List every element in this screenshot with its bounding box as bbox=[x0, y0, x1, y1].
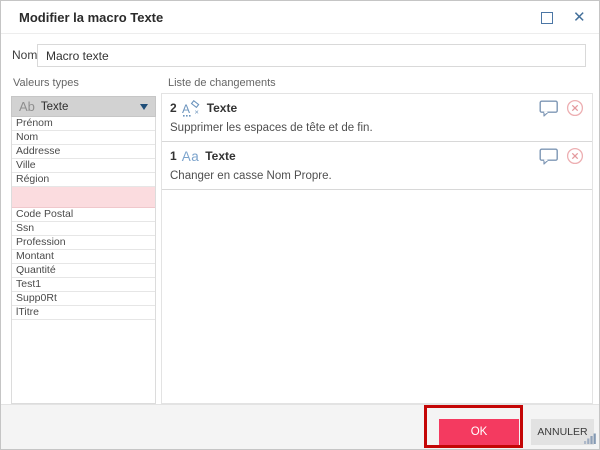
change-case-icon: Aa bbox=[182, 149, 200, 164]
changes-list: 2 A × Texte bbox=[161, 93, 593, 404]
change-order-number: 1 bbox=[170, 149, 177, 163]
type-values-header: Valeurs types bbox=[13, 77, 79, 89]
change-order-number: 2 bbox=[170, 101, 177, 115]
type-value-row[interactable]: Addresse bbox=[12, 145, 155, 159]
change-item: 2 A × Texte bbox=[162, 94, 592, 142]
change-title: Texte bbox=[207, 101, 237, 115]
name-field-label: Nom bbox=[12, 48, 37, 62]
comment-icon[interactable] bbox=[539, 100, 559, 117]
change-description: Supprimer les espaces de tête et de fin. bbox=[170, 122, 584, 134]
type-value-row[interactable]: Code Postal bbox=[12, 208, 155, 222]
edit-macro-dialog: Modifier la macro Texte ✕ Nom Valeurs ty… bbox=[0, 0, 600, 450]
dialog-title: Modifier la macro Texte bbox=[19, 1, 163, 34]
svg-text:A: A bbox=[182, 102, 190, 116]
dropdown-selected-value: Texte bbox=[41, 101, 69, 113]
change-item-header: 2 A × Texte bbox=[170, 98, 584, 118]
change-item: 1 Aa Texte bbox=[162, 142, 592, 190]
type-value-row[interactable]: Quantité bbox=[12, 264, 155, 278]
ab-text-icon: Ab bbox=[19, 99, 35, 114]
macro-name-input[interactable] bbox=[37, 44, 586, 67]
dialog-footer: OK ANNULER bbox=[1, 404, 599, 450]
type-value-row[interactable]: Région bbox=[12, 173, 155, 187]
type-filter-dropdown[interactable]: Ab Texte bbox=[11, 96, 156, 117]
chevron-down-icon bbox=[140, 104, 148, 110]
close-icon[interactable]: ✕ bbox=[573, 8, 589, 28]
change-title: Texte bbox=[205, 149, 235, 163]
change-item-header: 1 Aa Texte bbox=[170, 146, 584, 166]
type-value-row[interactable]: Prénom bbox=[12, 117, 155, 131]
resize-grip[interactable] bbox=[584, 431, 596, 449]
change-description: Changer en casse Nom Propre. bbox=[170, 170, 584, 182]
type-value-row[interactable]: Profession bbox=[12, 236, 155, 250]
trim-spaces-icon: A × bbox=[182, 100, 201, 117]
type-value-row[interactable]: Ssn bbox=[12, 222, 155, 236]
type-values-list: Prénom Nom Addresse Ville Région Code Po… bbox=[11, 117, 156, 404]
delete-icon[interactable] bbox=[566, 147, 584, 165]
type-value-row[interactable]: Ville bbox=[12, 159, 155, 173]
delete-icon[interactable] bbox=[566, 99, 584, 117]
type-value-row[interactable]: Test1 bbox=[12, 278, 155, 292]
type-value-row[interactable]: Montant bbox=[12, 250, 155, 264]
type-value-row[interactable]: lTitre bbox=[12, 306, 155, 320]
titlebar: Modifier la macro Texte ✕ bbox=[1, 1, 599, 34]
changes-list-header: Liste de changements bbox=[168, 77, 276, 89]
ok-button[interactable]: OK bbox=[439, 419, 519, 445]
type-value-row-highlighted[interactable] bbox=[12, 187, 155, 208]
type-value-row[interactable]: Supp0Rt bbox=[12, 292, 155, 306]
comment-icon[interactable] bbox=[539, 148, 559, 165]
type-value-row[interactable]: Nom bbox=[12, 131, 155, 145]
maximize-icon[interactable] bbox=[541, 12, 553, 24]
svg-text:×: × bbox=[194, 107, 198, 116]
